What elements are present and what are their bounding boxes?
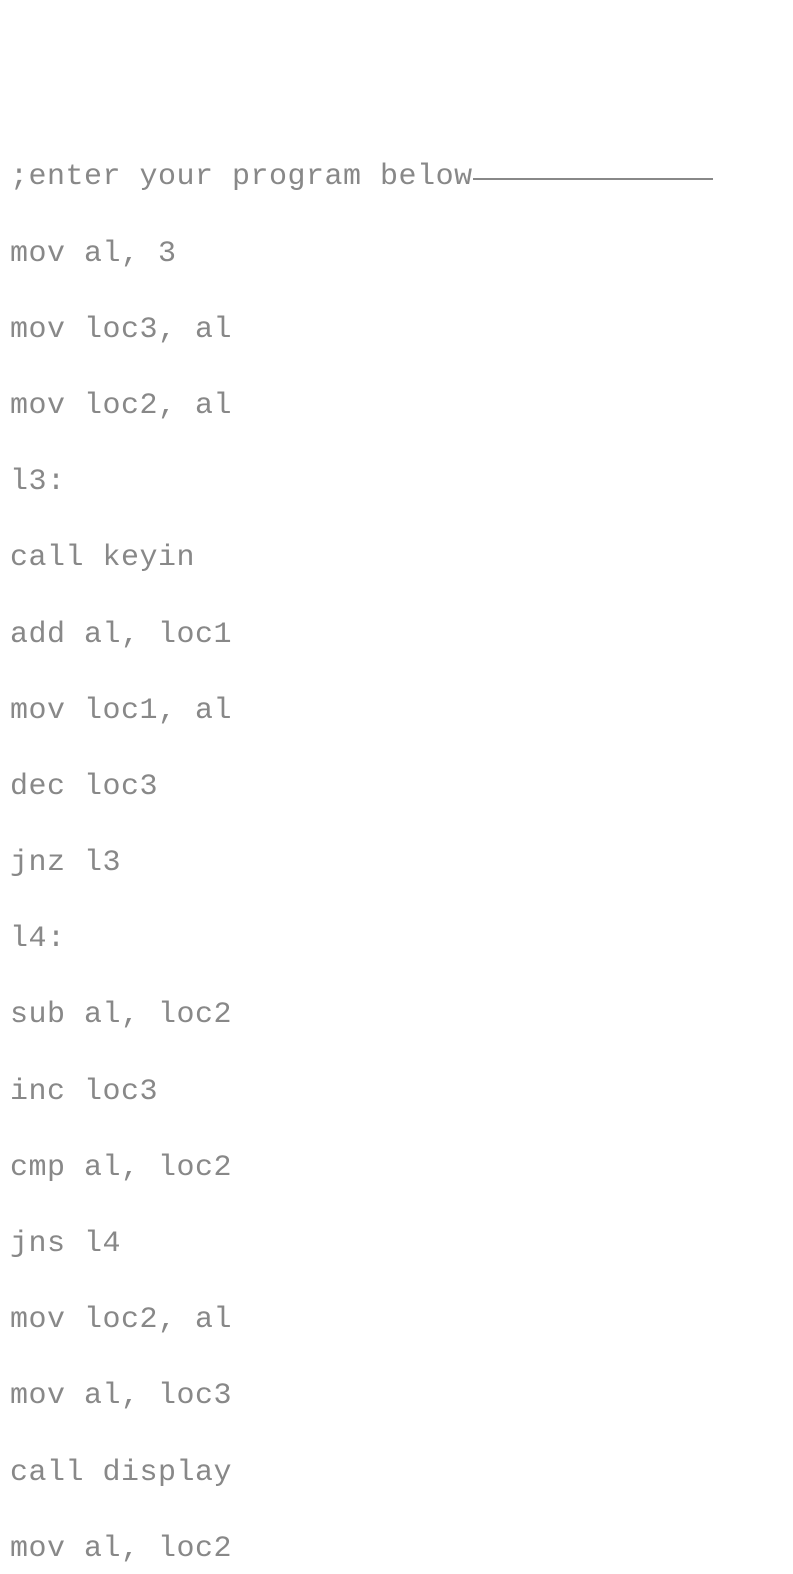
code-line: mov al, loc2 [10, 1530, 783, 1568]
code-text: add al, loc1 [10, 618, 232, 652]
code-text: l3: [10, 465, 66, 499]
code-text: l4: [10, 922, 66, 956]
code-line: mov loc3, al [10, 311, 783, 349]
blank-underline [473, 178, 713, 180]
code-line: call keyin [10, 539, 783, 577]
code-line: add al, loc1 [10, 616, 783, 654]
code-line: mov loc2, al [10, 1301, 783, 1339]
code-text: mov loc1, al [10, 694, 232, 728]
code-text: call keyin [10, 541, 195, 575]
code-text: ;enter your program below [10, 160, 473, 194]
code-line: jns l4 [10, 1225, 783, 1263]
code-text: jnz l3 [10, 846, 121, 880]
code-line: cmp al, loc2 [10, 1149, 783, 1187]
code-line: call display [10, 1454, 783, 1492]
code-line: l3: [10, 463, 783, 501]
code-line: jnz l3 [10, 844, 783, 882]
code-text: mov loc2, al [10, 389, 232, 423]
code-text: mov al, 3 [10, 237, 177, 271]
code-line: l4: [10, 920, 783, 958]
code-text: jns l4 [10, 1227, 121, 1261]
code-text: mov al, loc3 [10, 1379, 232, 1413]
code-text: mov al, loc2 [10, 1532, 232, 1566]
code-text: call display [10, 1456, 232, 1490]
code-line: sub al, loc2 [10, 996, 783, 1034]
code-text: mov loc3, al [10, 313, 232, 347]
code-line: inc loc3 [10, 1073, 783, 1111]
code-text: sub al, loc2 [10, 998, 232, 1032]
code-text: mov loc2, al [10, 1303, 232, 1337]
code-line: mov loc1, al [10, 692, 783, 730]
code-line: mov al, loc3 [10, 1377, 783, 1415]
code-line: mov al, 3 [10, 235, 783, 273]
code-text: cmp al, loc2 [10, 1151, 232, 1185]
code-line: ;enter your program below [10, 158, 783, 196]
code-text: inc loc3 [10, 1075, 158, 1109]
code-line: mov loc2, al [10, 387, 783, 425]
